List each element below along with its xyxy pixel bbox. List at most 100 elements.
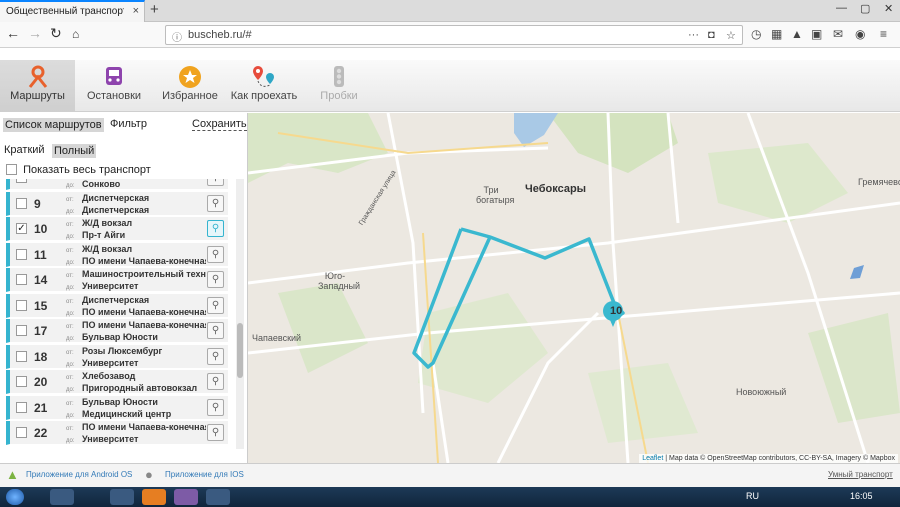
route-row[interactable]: 14 от: Машиностроительный техни до: Универси… [6, 268, 228, 292]
route-row[interactable]: 22 от: ПО имени Чапаева-конечная до: Универс… [6, 421, 228, 445]
taskbar-firefox-icon[interactable] [142, 489, 166, 505]
route-row[interactable]: 20 от: Хлебозавод до: Пригородный автовокзал… [6, 370, 228, 394]
to-prefix: до: [66, 361, 75, 368]
route-checkbox[interactable] [16, 376, 27, 387]
show-on-map-icon[interactable]: ⚲ [207, 194, 224, 212]
route-checkbox[interactable] [16, 350, 27, 362]
route-row[interactable]: 15 от: Диспетчерская до: ПО имени Чапаева-ко… [6, 293, 228, 318]
tab-close-icon[interactable]: × [133, 5, 139, 17]
nav-directions-button[interactable]: Как проехать [228, 60, 300, 112]
show-on-map-icon[interactable]: ⚲ [207, 296, 224, 314]
clock[interactable]: 16:05 [850, 491, 873, 501]
show-on-map-icon[interactable]: ⚲ [207, 373, 224, 390]
route-stops: от: ПО имени Чапаева-конечная до: Бульвар Ю… [66, 320, 206, 344]
route-to: Диспетчерская [82, 204, 150, 215]
show-on-map-icon[interactable]: ⚲ [207, 179, 224, 186]
screenshot-icon[interactable]: ▣ [811, 27, 822, 41]
home-icon[interactable]: ⌂ [72, 27, 79, 41]
addon-icon[interactable]: ▲ [791, 27, 803, 41]
route-checkbox[interactable] [16, 274, 27, 285]
tab-route-list[interactable]: Список маршрутов [3, 118, 104, 132]
show-on-map-icon[interactable]: ⚲ [207, 347, 224, 365]
route-row[interactable]: от:до:Сонково⚲ [6, 179, 228, 190]
route-list-scrollbar[interactable] [236, 179, 244, 449]
mode-full-button[interactable]: Полный [52, 144, 97, 158]
show-on-map-icon[interactable]: ⚲ [207, 220, 224, 237]
new-tab-button[interactable]: + [150, 1, 159, 18]
route-stops: от:до:Сонково [66, 179, 206, 191]
map-view[interactable]: 10 Чебоксары Три богатыря Юго-Западный Ч… [248, 113, 900, 463]
route-to: Сонково [82, 179, 121, 189]
address-bar[interactable]: ⓘ buscheb.ru/# ··· ◘ ☆ [165, 25, 743, 45]
sync-icon[interactable]: ◉ [855, 27, 865, 41]
start-button-icon[interactable] [6, 489, 24, 505]
route-from: Хлебозавод [82, 371, 136, 381]
save-button[interactable]: Сохранить [192, 118, 247, 131]
bookmark-star-icon[interactable]: ☆ [726, 29, 736, 42]
os-taskbar: RU 16:05 [0, 487, 900, 507]
maximize-button[interactable]: ▢ [860, 2, 870, 15]
show-on-map-icon[interactable]: ⚲ [207, 245, 224, 263]
reload-icon[interactable]: ↻ [50, 25, 62, 42]
browser-tab[interactable]: Общественный транспорт города × [0, 0, 145, 22]
district-label: Гремячево [858, 177, 900, 187]
brand-link[interactable]: Умный транспорт [828, 470, 893, 479]
route-checkbox[interactable] [16, 401, 27, 413]
taskbar-window-icon[interactable] [206, 489, 230, 505]
show-on-map-icon[interactable]: ⚲ [207, 398, 224, 416]
route-row[interactable]: 18 от: Розы Люксембург до: Университет ⚲ [6, 344, 228, 369]
route-checkbox[interactable] [16, 427, 27, 438]
page-info-icon[interactable]: ⓘ [172, 29, 182, 44]
route-checkbox[interactable] [16, 179, 27, 183]
nav-routes-button[interactable]: Маршруты [0, 60, 75, 112]
route-checkbox[interactable] [16, 248, 27, 260]
android-app-link[interactable]: Приложение для Android OS [26, 470, 132, 479]
extension-icon[interactable]: ▦ [771, 27, 782, 41]
close-window-button[interactable]: ✕ [884, 2, 893, 15]
route-checkbox[interactable] [16, 325, 27, 336]
route-row[interactable]: 9 от: Диспетчерская до: Диспетчерская ⚲ [6, 191, 228, 216]
history-icon[interactable]: ◷ [751, 27, 761, 41]
to-prefix: до: [66, 412, 75, 419]
route-checkbox[interactable]: ✓ [16, 223, 27, 234]
nav-routes-label: Маршруты [10, 90, 65, 102]
mail-icon[interactable]: ✉ [833, 27, 843, 41]
route-row[interactable]: 17 от: ПО имени Чапаева-конечная до: Бульвар… [6, 319, 228, 343]
from-prefix: от: [66, 349, 74, 356]
minimize-button[interactable]: — [836, 2, 847, 14]
pocket-icon[interactable]: ◘ [708, 29, 715, 41]
route-checkbox[interactable] [16, 197, 27, 209]
tab-filter[interactable]: Фильтр [110, 118, 147, 130]
nav-stops-button[interactable]: Остановки [78, 60, 150, 112]
bus-marker-label[interactable]: 10 [610, 305, 622, 317]
route-from: Диспетчерская [82, 192, 150, 203]
leaflet-link[interactable]: Leaflet [642, 455, 663, 462]
show-on-map-icon[interactable]: ⚲ [207, 271, 224, 288]
back-arrow-icon[interactable]: ← [6, 25, 20, 41]
menu-icon[interactable]: ≡ [880, 27, 887, 41]
to-prefix: до: [66, 387, 75, 393]
route-row[interactable]: 21 от: Бульвар Юности до: Медицинский центр ⚲ [6, 395, 228, 420]
route-row[interactable]: 11 от: Ж/Д вокзал до: ПО имени Чапаева-конеч… [6, 242, 228, 267]
attribution-text: | Map data © OpenStreetMap contributors,… [665, 455, 895, 462]
show-on-map-icon[interactable]: ⚲ [207, 322, 224, 339]
show-all-transport[interactable]: Показать весь транспорт [6, 164, 151, 176]
forward-arrow-icon[interactable]: → [28, 25, 42, 41]
taskbar-viber-icon[interactable] [174, 489, 198, 505]
nav-traffic-button[interactable]: Пробки [306, 60, 372, 112]
show-all-checkbox[interactable] [6, 164, 17, 175]
url-text: buscheb.ru/# [188, 29, 252, 41]
taskbar-app-icon[interactable] [110, 489, 134, 505]
mode-short-button[interactable]: Краткий [4, 144, 45, 156]
ios-app-link[interactable]: Приложение для IOS [165, 470, 244, 479]
route-list-scroll-thumb[interactable] [237, 323, 243, 378]
show-on-map-icon[interactable]: ⚲ [207, 424, 224, 441]
nav-favorites-button[interactable]: Избранное [156, 60, 224, 112]
bus-stop-icon [78, 60, 150, 90]
language-indicator[interactable]: RU [746, 491, 759, 501]
route-row[interactable]: ✓ 10 от: Ж/Д вокзал до: Пр-т Айги ⚲ [6, 217, 228, 241]
page-actions-icon[interactable]: ··· [688, 29, 699, 41]
route-from: Ж/Д вокзал [82, 243, 133, 254]
taskbar-explorer-icon[interactable] [50, 489, 74, 505]
route-checkbox[interactable] [16, 299, 27, 311]
